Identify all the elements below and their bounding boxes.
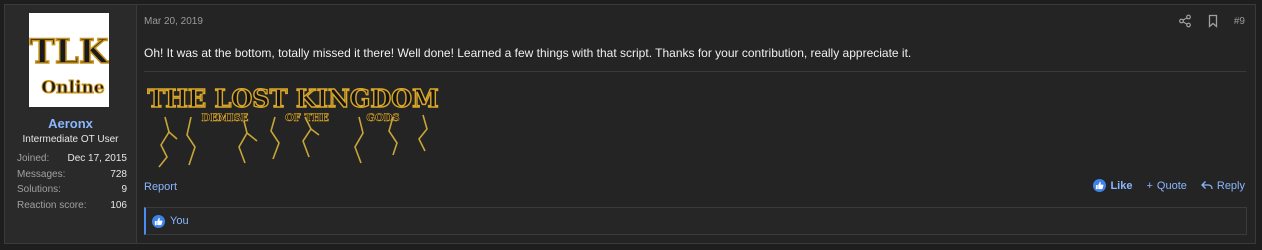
user-title: Intermediate OT User — [22, 134, 119, 145]
signature-title: THE LOST KINGDOM — [147, 84, 438, 113]
signature-subtitle-c: GODS — [366, 113, 399, 124]
stat-value: 9 — [121, 184, 127, 195]
signature-subtitle-b: OF THE — [285, 113, 329, 124]
signature-image: THE LOST KINGDOM DEMISE OF THE GODS — [147, 83, 439, 168]
stat-messages: Messages: 728 — [17, 167, 127, 183]
stat-value: Dec 17, 2015 — [67, 153, 128, 164]
post-footer-actions: Like + Quote Reply — [1093, 179, 1245, 192]
signature-subtitle-a: DEMISE — [202, 113, 249, 124]
stat-solutions: Solutions: 9 — [17, 182, 127, 198]
user-sidebar: TLK Online Aeronx Intermediate OT User J… — [5, 5, 137, 243]
signature-divider — [144, 71, 1246, 72]
reactions-text[interactable]: You — [170, 215, 189, 227]
like-icon — [1093, 179, 1107, 192]
post-date[interactable]: Mar 20, 2019 — [144, 16, 203, 27]
share-icon[interactable] — [1178, 14, 1192, 28]
post-header-actions: #9 — [1178, 14, 1245, 28]
like-button[interactable]: Like — [1093, 179, 1132, 192]
reply-icon — [1200, 181, 1213, 190]
stat-value: 728 — [110, 168, 127, 180]
post-number[interactable]: #9 — [1234, 16, 1245, 27]
bookmark-icon[interactable] — [1206, 14, 1220, 28]
like-label: Like — [1110, 179, 1133, 192]
signature-banner: THE LOST KINGDOM DEMISE OF THE GODS — [147, 77, 439, 169]
user-stats: Joined: Dec 17, 2015 Messages: 728 Solut… — [17, 151, 127, 213]
plus-icon: + — [1146, 179, 1153, 192]
stat-joined: Joined: Dec 17, 2015 — [17, 151, 127, 167]
avatar-text-top: TLK — [30, 32, 109, 72]
reactions-bar[interactable]: You — [144, 207, 1247, 235]
stat-reaction-score: Reaction score: 106 — [17, 198, 127, 214]
username[interactable]: Aeronx — [5, 116, 136, 131]
quote-button[interactable]: + Quote — [1146, 180, 1186, 192]
post-message: Oh! It was at the bottom, totally missed… — [144, 46, 912, 60]
reply-button[interactable]: Reply — [1200, 179, 1245, 192]
report-link[interactable]: Report — [144, 181, 177, 193]
quote-label: Quote — [1156, 179, 1187, 192]
stat-label: Joined: — [17, 153, 50, 164]
stat-label: Messages: — [17, 168, 66, 180]
reply-label: Reply — [1216, 179, 1245, 192]
avatar-logo: TLK Online — [29, 13, 109, 107]
stat-label: Reaction score: — [17, 199, 87, 211]
avatar[interactable]: TLK Online — [29, 13, 109, 107]
stat-value: 106 — [110, 199, 127, 211]
like-icon — [152, 214, 165, 228]
stat-label: Solutions: — [17, 184, 61, 195]
forum-post: TLK Online Aeronx Intermediate OT User J… — [4, 4, 1256, 244]
avatar-text-bottom: Online — [41, 78, 104, 98]
